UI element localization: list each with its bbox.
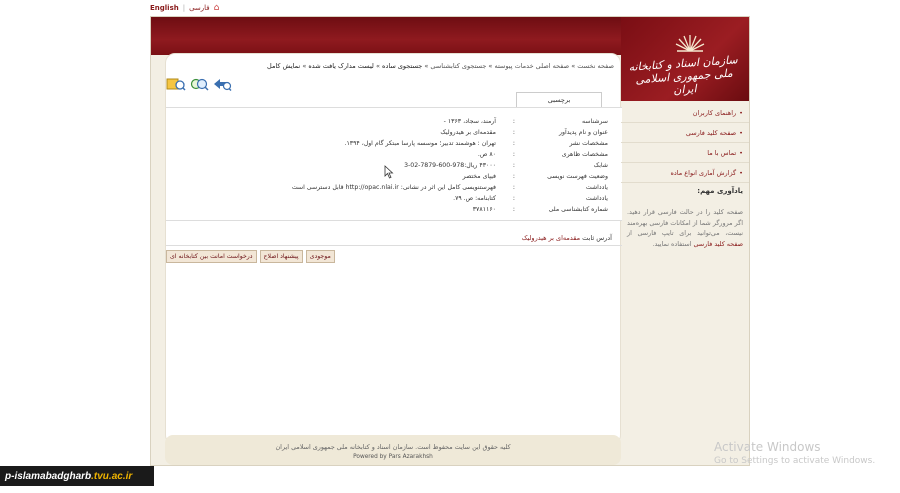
breadcrumb-home[interactable]: صفحه نخست bbox=[577, 62, 614, 70]
breadcrumb-results[interactable]: لیست مدارک یافت شده bbox=[308, 62, 374, 70]
sidebar: •راهنمای کاربران •صفحه کلید فارسی •تماس … bbox=[621, 103, 749, 249]
record-row: یادداشت : فهرستنویسی کامل این اثر در نشا… bbox=[166, 184, 622, 195]
record-row: عنوان و نام پدیدآور : مقدمه‌ای بر هیدرول… bbox=[166, 129, 622, 140]
row-label: یادداشت bbox=[585, 195, 608, 202]
zoom-icon[interactable] bbox=[189, 76, 209, 92]
row-colon: : bbox=[512, 195, 515, 202]
breadcrumb-services[interactable]: صفحه اصلی خدمات پیوسته bbox=[494, 62, 569, 70]
action-buttons: درخواست امانت بین کتابخانه ای پیشنهاد اص… bbox=[166, 250, 335, 263]
windows-activation-watermark: Activate Windows Go to Settings to activ… bbox=[714, 440, 875, 466]
row-value: ۳۷۸۱۱۶۰ bbox=[472, 206, 496, 213]
sidebar-item-label: گزارش آماری انواع ماده bbox=[670, 169, 737, 177]
row-value: تهران : هوشمند تدبیر؛ موسسه پارسا مبتکر … bbox=[344, 140, 496, 147]
breadcrumb-sep: » bbox=[375, 62, 380, 70]
watermark-title: Activate Windows bbox=[714, 440, 821, 454]
breadcrumb-sep: » bbox=[424, 62, 429, 70]
tab-label-view[interactable]: برچسبی bbox=[516, 92, 602, 108]
permalink-label: آدرس ثابت bbox=[582, 234, 612, 242]
footer: کلیه حقوق این سایت محفوظ است. سازمان اسن… bbox=[165, 435, 621, 465]
sidebar-item-label: صفحه کلید فارسی bbox=[685, 129, 737, 137]
breadcrumb-sep: » bbox=[302, 62, 307, 70]
site-badge: p-islamabadgharb .tvu.ac.ir bbox=[0, 466, 154, 486]
row-colon: : bbox=[512, 118, 515, 125]
library-logo-icon bbox=[675, 35, 705, 52]
sidebar-item-persian-keyboard[interactable]: •صفحه کلید فارسی bbox=[621, 123, 749, 143]
footer-powered-by[interactable]: Powered by Pars Azarakhsh bbox=[165, 454, 621, 460]
row-label: شماره کتابشناسی ملی bbox=[548, 206, 608, 213]
row-colon: : bbox=[512, 162, 515, 169]
page-frame: سازمان اسناد و کتابخانه ملی جمهوری اسلام… bbox=[150, 16, 750, 466]
record-row: وضعیت فهرست نویسی : فیپای مختصر bbox=[166, 173, 622, 184]
row-colon: : bbox=[512, 206, 515, 213]
row-colon: : bbox=[512, 129, 515, 136]
bullet-icon: • bbox=[739, 109, 743, 117]
sidebar-item-user-guide[interactable]: •راهنمای کاربران bbox=[621, 103, 749, 123]
record-row: شماره کتابشناسی ملی : ۳۷۸۱۱۶۰ bbox=[166, 206, 622, 217]
record-row: مشخصات نشر : تهران : هوشمند تدبیر؛ موسسه… bbox=[166, 140, 622, 151]
bullet-icon: • bbox=[739, 129, 743, 137]
main-content: صفحه نخست » صفحه اصلی خدمات پیوسته » جست… bbox=[165, 53, 622, 445]
breadcrumb-sep: » bbox=[571, 62, 576, 70]
bullet-icon: • bbox=[739, 149, 743, 157]
home-icon[interactable]: ⌂ bbox=[214, 3, 220, 13]
record-row: شابک : ۴۳۰۰۰ ریال:978-600-7879-02-3 bbox=[166, 162, 622, 173]
row-label: شابک bbox=[593, 162, 608, 169]
row-value: ۸۰ ص. bbox=[477, 151, 496, 158]
sidebar-item-statistics[interactable]: •گزارش آماری انواع ماده bbox=[621, 163, 749, 183]
breadcrumb: صفحه نخست » صفحه اصلی خدمات پیوسته » جست… bbox=[267, 62, 614, 70]
breadcrumb-full-view: نمایش کامل bbox=[267, 62, 301, 70]
inventory-button[interactable]: موجودی bbox=[305, 250, 335, 263]
record-row: سرشناسه : آرمند، سجاد، ۱۳۶۳ - bbox=[166, 118, 622, 129]
breadcrumb-bibliographic[interactable]: جستجوی کتابشناسی bbox=[430, 62, 486, 70]
record-row: مشخصات ظاهری : ۸۰ ص. bbox=[166, 151, 622, 162]
ill-request-button[interactable]: درخواست امانت بین کتابخانه ای bbox=[166, 250, 257, 263]
row-label: مشخصات نشر bbox=[569, 140, 608, 147]
sidebar-item-contact[interactable]: •تماس با ما bbox=[621, 143, 749, 163]
row-value: فهرستنویسی کامل این اثر در نشانی: http:/… bbox=[291, 184, 496, 191]
row-value: ۴۳۰۰۰ ریال:978-600-7879-02-3 bbox=[404, 162, 496, 169]
row-label: وضعیت فهرست نویسی bbox=[547, 173, 608, 180]
row-label: یادداشت bbox=[585, 184, 608, 191]
row-colon: : bbox=[512, 151, 515, 158]
bullet-icon: • bbox=[739, 169, 743, 177]
row-label: سرشناسه bbox=[581, 118, 608, 125]
row-value: آرمند، سجاد، ۱۳۶۳ - bbox=[443, 118, 496, 125]
suggest-correction-button[interactable]: پیشنهاد اصلاح bbox=[259, 250, 303, 263]
logo-panel[interactable]: سازمان اسناد و کتابخانه ملی جمهوری اسلام… bbox=[621, 17, 749, 101]
row-value: مقدمه‌ای بر هیدرولیک bbox=[440, 129, 496, 136]
row-value: کتابنامه: ص. ۷۹. bbox=[453, 195, 496, 202]
add-to-list-icon[interactable] bbox=[166, 76, 186, 92]
row-colon: : bbox=[512, 173, 515, 180]
permalink: آدرس ثابت مقدمه‌ای بر هیدرولیک bbox=[522, 234, 612, 242]
row-label: عنوان و نام پدیدآور bbox=[559, 129, 608, 136]
watermark-subtitle: Go to Settings to activate Windows. bbox=[714, 456, 876, 466]
row-colon: : bbox=[512, 184, 515, 191]
language-bar: English | فارسی ⌂ bbox=[150, 2, 219, 14]
breadcrumb-sep: » bbox=[488, 62, 493, 70]
note-text-part: صفحه کلید را در حالت فارسی قرار دهید. اگ… bbox=[627, 208, 743, 237]
persian-keyboard-link[interactable]: صفحه کلید فارسی bbox=[694, 240, 743, 248]
english-link[interactable]: English bbox=[150, 4, 179, 12]
note-title: یادآوری مهم: bbox=[697, 187, 743, 195]
footer-copyright: کلیه حقوق این سایت محفوظ است. سازمان اسن… bbox=[275, 443, 511, 451]
record-toolbar bbox=[166, 76, 232, 92]
row-value: فیپای مختصر bbox=[462, 173, 496, 180]
sidebar-item-label: تماس با ما bbox=[707, 149, 737, 157]
farsi-link[interactable]: فارسی bbox=[189, 4, 210, 12]
logo-text: سازمان اسناد و کتابخانه ملی جمهوری اسلام… bbox=[628, 53, 739, 97]
record-row: یادداشت : کتابنامه: ص. ۷۹. bbox=[166, 195, 622, 206]
badge-prefix: p-islamabadgharb bbox=[5, 470, 92, 482]
breadcrumb-simple-search[interactable]: جستجوی ساده bbox=[382, 62, 422, 70]
permalink-link[interactable]: مقدمه‌ای بر هیدرولیک bbox=[522, 234, 580, 242]
back-arrow-icon[interactable] bbox=[212, 76, 232, 92]
row-label: مشخصات ظاهری bbox=[561, 151, 608, 158]
mouse-cursor-icon bbox=[384, 165, 394, 179]
row-colon: : bbox=[512, 140, 515, 147]
record-details: سرشناسه : آرمند، سجاد، ۱۳۶۳ - عنوان و نا… bbox=[166, 107, 622, 221]
sidebar-item-label: راهنمای کاربران bbox=[692, 109, 737, 117]
note-text-part: استفاده نمایید. bbox=[652, 239, 692, 248]
note-text: صفحه کلید را در حالت فارسی قرار دهید. اگ… bbox=[621, 207, 749, 249]
badge-suffix: .tvu.ac.ir bbox=[91, 470, 133, 482]
lang-separator: | bbox=[182, 4, 186, 12]
